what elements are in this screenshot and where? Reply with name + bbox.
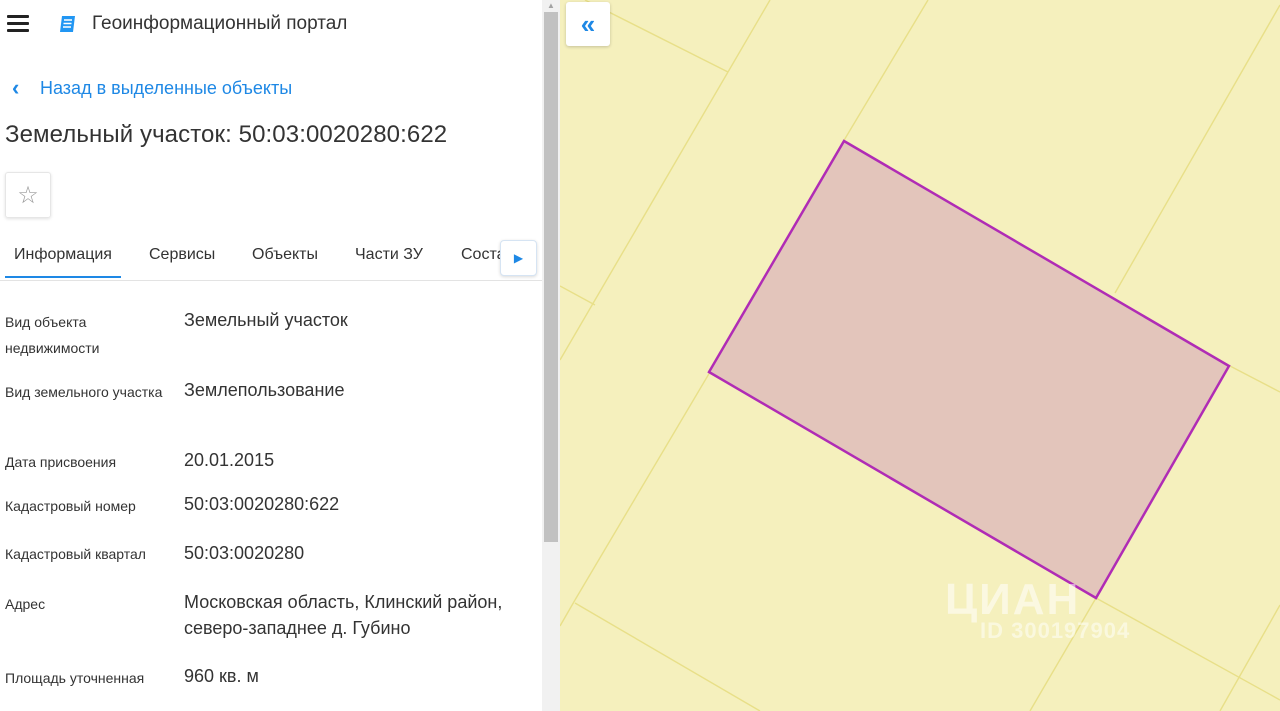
tab-parts[interactable]: Части ЗУ [355,246,423,264]
info-value-cadastral-quarter: 50:03:0020280 [184,543,305,563]
info-label-cadastral-number: Кадастровый номер [5,498,136,514]
info-value-cadastral-number: 50:03:0020280:622 [184,494,340,514]
info-value-area: 960 кв. м [184,666,259,686]
side-panel-scrollbar[interactable]: ▲ [542,0,560,711]
tab-objects[interactable]: Объекты [252,246,318,264]
app-title: Геоинформационный портал [92,13,348,34]
info-label-address: Адрес [5,596,46,612]
tab-composition[interactable]: Соста [461,246,506,264]
map-watermark-id: ID 300197904 [980,618,1131,643]
collapse-panel-button[interactable]: « [566,2,610,46]
portal-logo-icon [60,16,75,32]
double-chevron-left-icon: « [580,8,596,39]
favorite-button[interactable]: ☆ [5,172,51,218]
info-value-address: Московская область, Клинский район, севе… [184,592,503,638]
info-label-land-type: Вид земельного участка [5,384,163,400]
back-link[interactable]: ‹ Назад в выделенные объекты [12,77,292,99]
back-link-label: Назад в выделенные объекты [40,77,293,98]
info-label-object-type: Вид объекта недвижимости [5,314,100,356]
info-value-object-type: Земельный участок [184,310,348,330]
tab-services[interactable]: Сервисы [149,246,215,264]
active-tab-indicator [5,276,121,278]
info-value-assignment-date: 20.01.2015 [184,450,275,470]
tab-bar: Информация Сервисы Объекты Части ЗУ Сост… [0,232,542,281]
caret-right-icon: ▶ [513,251,524,265]
land-parcel-polygon[interactable] [707,139,1231,600]
page-title: Земельный участок: 50:03:0020280:622 [5,121,448,148]
info-label-assignment-date: Дата присвоения [5,454,117,470]
map-view[interactable]: ЦИАН ID 300197904 [560,0,1280,711]
scrollbar-thumb[interactable] [544,12,558,542]
info-label-cadastral-quarter: Кадастровый квартал [5,546,146,562]
info-label-area: Площадь уточненная [5,670,145,686]
hamburger-icon[interactable] [7,15,29,32]
chevron-left-icon: ‹ [12,75,20,100]
tab-information[interactable]: Информация [14,246,112,264]
info-value-land-type: Землепользование [184,380,345,400]
top-bar: Геоинформационный портал [0,0,542,48]
star-outline-icon: ☆ [17,181,39,209]
scroll-up-arrow-icon[interactable]: ▲ [542,0,560,12]
side-panel: Геоинформационный портал ‹ Назад в выдел… [0,0,542,711]
tabs-scroll-right-button[interactable]: ▶ [500,240,537,276]
map-canvas [560,0,1280,711]
